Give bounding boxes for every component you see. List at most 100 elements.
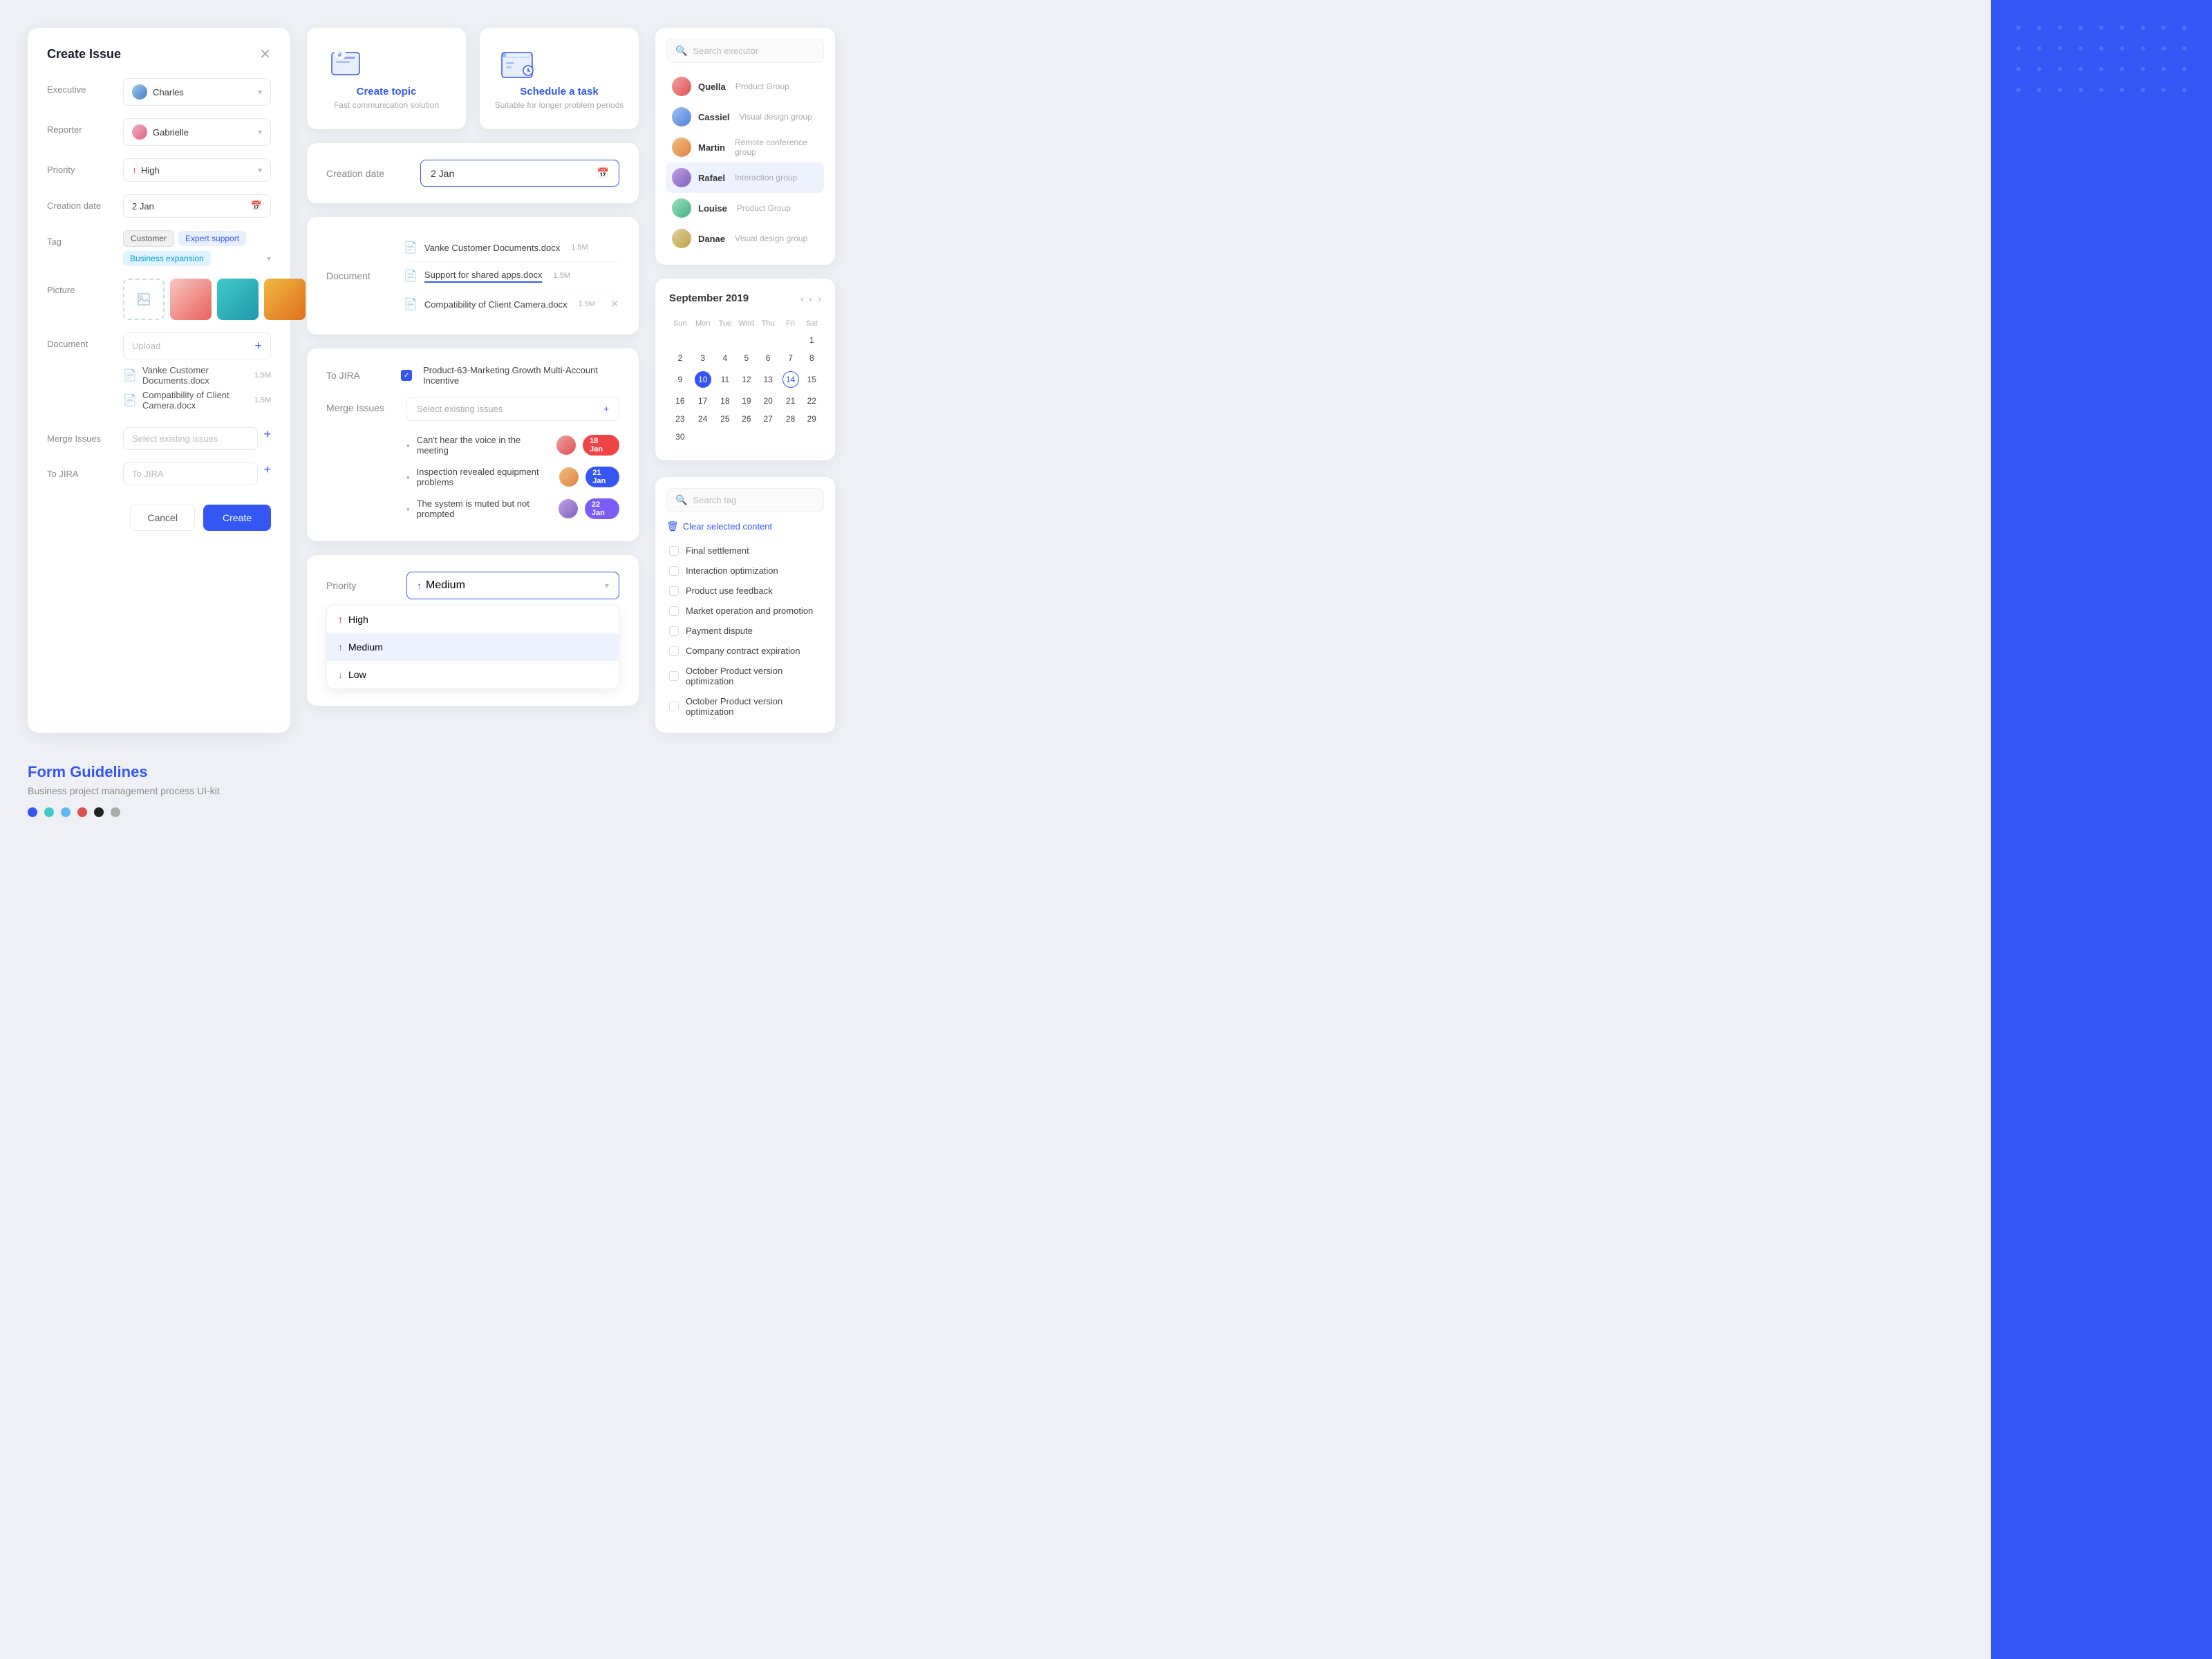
- to-jira-field[interactable]: To JIRA: [123, 462, 258, 485]
- calendar-day[interactable]: 1: [804, 332, 820, 348]
- cancel-button[interactable]: Cancel: [130, 505, 195, 531]
- calendar-next-button[interactable]: ›: [818, 293, 821, 304]
- executor-cassiel[interactable]: Cassiel Visual design group: [666, 102, 824, 132]
- calendar-day[interactable]: 12: [735, 368, 758, 391]
- calendar-day[interactable]: 20: [759, 393, 778, 409]
- calendar-day[interactable]: 3: [691, 350, 715, 366]
- jira-panel-label: To JIRA: [326, 370, 390, 381]
- calendar-day[interactable]: 26: [735, 411, 758, 427]
- tag-checkbox-3[interactable]: [669, 606, 679, 616]
- calendar-day[interactable]: 30: [671, 429, 690, 445]
- priority-select[interactable]: ↑ High ▾: [123, 158, 271, 182]
- tag-search-box[interactable]: 🔍 Search tag: [666, 488, 824, 512]
- tag-checkbox-6[interactable]: [669, 671, 679, 681]
- calendar-next-prev-button[interactable]: ‹: [809, 293, 813, 304]
- document-panel: Document 📄 Vanke Customer Documents.docx…: [307, 217, 639, 335]
- calendar-day[interactable]: 27: [759, 411, 778, 427]
- doc-size-2: 1.5M: [254, 396, 271, 404]
- calendar-day[interactable]: 22: [804, 393, 820, 409]
- calendar-day[interactable]: 13: [759, 368, 778, 391]
- jira-checkbox[interactable]: ✓: [401, 370, 412, 381]
- calendar-day[interactable]: 19: [735, 393, 758, 409]
- calendar-day[interactable]: 25: [716, 411, 734, 427]
- cd-panel-input[interactable]: 2 Jan 📅: [420, 160, 619, 187]
- priority-high-label: High: [348, 614, 368, 625]
- tag-option-4[interactable]: Payment dispute: [666, 621, 824, 641]
- calendar-day[interactable]: 16: [671, 393, 690, 409]
- executive-select[interactable]: Charles ▾: [123, 78, 271, 106]
- executor-danae[interactable]: Danae Visual design group: [666, 223, 824, 254]
- priority-option-high[interactable]: ↑ High: [327, 606, 619, 633]
- to-jira-plus-button[interactable]: +: [263, 462, 271, 485]
- tag-checkbox-0[interactable]: [669, 546, 679, 556]
- calendar-header: September 2019 ‹ ‹ ›: [669, 292, 821, 304]
- tag-expert-support[interactable]: Expert support: [178, 231, 246, 246]
- calendar-nav: ‹ ‹ ›: [800, 293, 821, 304]
- merge-content: Select existing issues + • Can't hear th…: [406, 397, 619, 525]
- calendar-day[interactable]: 2: [671, 350, 690, 366]
- tag-option-5[interactable]: Company contract expiration: [666, 641, 824, 661]
- reporter-value: Gabrielle: [153, 127, 189, 138]
- calendar-day[interactable]: 24: [691, 411, 715, 427]
- merge-select-row[interactable]: Select existing issues +: [406, 397, 619, 421]
- tag-checkbox-2[interactable]: [669, 586, 679, 596]
- reporter-select[interactable]: Gabrielle ▾: [123, 118, 271, 146]
- tag-option-6[interactable]: October Product version optimization: [666, 661, 824, 691]
- tag-checkbox-7[interactable]: [669, 702, 679, 711]
- tag-checkbox-5[interactable]: [669, 646, 679, 656]
- creation-date-field[interactable]: 2 Jan 📅: [123, 194, 271, 218]
- tag-option-2[interactable]: Product use feedback: [666, 581, 824, 601]
- create-topic-card[interactable]: # Create topic Fast communication soluti…: [307, 28, 466, 129]
- calendar-prev-button[interactable]: ‹: [800, 293, 804, 304]
- creation-date-panel: Creation date 2 Jan 📅: [307, 143, 639, 203]
- form-header: Create Issue ✕: [47, 47, 271, 62]
- picture-thumb-2[interactable]: [217, 279, 259, 320]
- executor-rafael[interactable]: Rafael Interaction group: [666, 162, 824, 193]
- calendar-day[interactable]: 29: [804, 411, 820, 427]
- calendar-day[interactable]: 18: [716, 393, 734, 409]
- executor-louise[interactable]: Louise Product Group: [666, 193, 824, 223]
- tag-customer[interactable]: Customer: [123, 230, 174, 247]
- clear-tags-button[interactable]: 🗑 Clear selected content: [666, 521, 824, 532]
- picture-thumb-1[interactable]: [170, 279, 212, 320]
- upload-plus-button[interactable]: +: [254, 339, 262, 353]
- priority-option-low[interactable]: ↓ Low: [327, 661, 619, 688]
- tag-option-1[interactable]: Interaction optimization: [666, 561, 824, 581]
- calendar-day[interactable]: 23: [671, 411, 690, 427]
- calendar-day[interactable]: 14: [779, 368, 803, 391]
- tag-option-7[interactable]: October Product version optimization: [666, 691, 824, 722]
- calendar-day: [716, 429, 734, 445]
- close-button[interactable]: ✕: [259, 48, 271, 62]
- calendar-day[interactable]: 9: [671, 368, 690, 391]
- tag-option-3[interactable]: Market operation and promotion: [666, 601, 824, 621]
- tag-option-0[interactable]: Final settlement: [666, 541, 824, 561]
- calendar-day[interactable]: 17: [691, 393, 715, 409]
- tag-business-expansion[interactable]: Business expansion: [123, 251, 211, 266]
- executor-martin[interactable]: Martin Remote conference group: [666, 132, 824, 162]
- picture-thumb-3[interactable]: [264, 279, 306, 320]
- priority-option-medium[interactable]: ↑ Medium: [327, 633, 619, 661]
- calendar-day[interactable]: 8: [804, 350, 820, 366]
- schedule-task-card[interactable]: Schedule a task Suitable for longer prob…: [480, 28, 639, 129]
- tag-checkbox-1[interactable]: [669, 566, 679, 576]
- calendar-day[interactable]: 7: [779, 350, 803, 366]
- calendar-day[interactable]: 4: [716, 350, 734, 366]
- merge-issues-field[interactable]: Select existing issues: [123, 427, 258, 450]
- merge-issues-plus-button[interactable]: +: [263, 427, 271, 450]
- calendar-day[interactable]: 10: [691, 368, 715, 391]
- calendar-day[interactable]: 6: [759, 350, 778, 366]
- pic-placeholder[interactable]: [123, 279, 165, 320]
- calendar-day[interactable]: 28: [779, 411, 803, 427]
- create-button[interactable]: Create: [203, 505, 271, 531]
- calendar-day: [779, 332, 803, 348]
- calendar-day[interactable]: 5: [735, 350, 758, 366]
- priority-select-field[interactable]: ↑ Medium ▾: [406, 572, 619, 599]
- executor-search-box[interactable]: 🔍 Search executor: [666, 39, 824, 63]
- tag-checkbox-4[interactable]: [669, 626, 679, 636]
- merge-plus-icon: +: [603, 404, 609, 414]
- executor-quella[interactable]: Quella Product Group: [666, 71, 824, 102]
- calendar-day[interactable]: 21: [779, 393, 803, 409]
- calendar-day[interactable]: 11: [716, 368, 734, 391]
- doc-remove-button-3[interactable]: ✕: [610, 297, 619, 311]
- calendar-day[interactable]: 15: [804, 368, 820, 391]
